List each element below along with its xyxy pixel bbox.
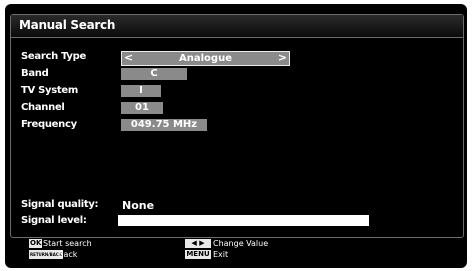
title-bar: Manual Search bbox=[11, 15, 463, 38]
chevron-right-icon[interactable]: > bbox=[278, 51, 287, 64]
search-type-value: Analogue bbox=[179, 53, 232, 64]
channel-label: Channel bbox=[21, 102, 65, 113]
band-field[interactable]: C bbox=[121, 68, 187, 80]
change-value-hint: Change Value bbox=[213, 239, 269, 248]
frequency-label: Frequency bbox=[21, 119, 77, 130]
signal-level-label: Signal level: bbox=[21, 215, 87, 226]
band-label: Band bbox=[21, 68, 49, 79]
back-hint: Back bbox=[58, 250, 78, 259]
search-type-label: Search Type bbox=[21, 51, 86, 62]
page-title: Manual Search bbox=[19, 18, 116, 32]
signal-quality-value: None bbox=[122, 199, 155, 212]
tv-system-label: TV System bbox=[21, 85, 78, 96]
menu-key-icon: MENU bbox=[185, 250, 211, 259]
signal-level-bar bbox=[118, 215, 369, 226]
channel-field[interactable]: 01 bbox=[121, 102, 163, 114]
signal-quality-label: Signal quality: bbox=[21, 199, 99, 210]
exit-hint: Exit bbox=[213, 250, 229, 259]
frequency-field[interactable]: 049.75 MHz bbox=[121, 119, 207, 131]
left-right-key-icon: ◀ ▶ bbox=[185, 239, 211, 248]
start-search-hint: Start search bbox=[43, 239, 92, 248]
tv-system-field[interactable]: I bbox=[121, 85, 161, 97]
search-type-selector[interactable]: < Analogue > bbox=[121, 51, 290, 66]
ok-key-icon: OK bbox=[29, 239, 43, 248]
